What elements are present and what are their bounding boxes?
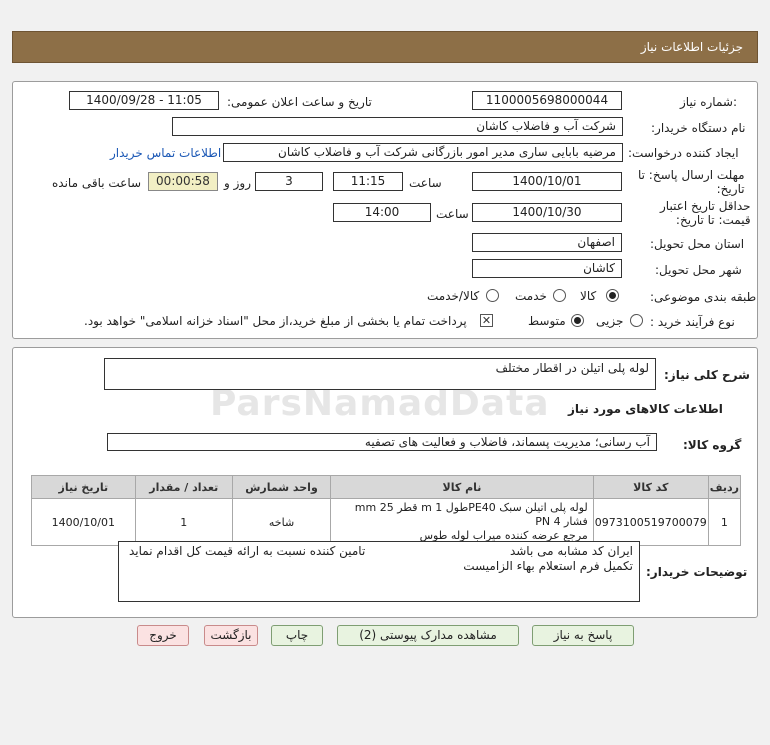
validity-label-line2: قیمت: تا تاریخ: bbox=[675, 213, 751, 227]
col-name: نام کالا bbox=[330, 475, 594, 499]
cell-row: 1 bbox=[707, 498, 742, 546]
general-description-label: شرح کلی نیاز: bbox=[664, 368, 750, 382]
validity-label-line1: حداقل تاریخ اعتبار bbox=[660, 199, 751, 213]
buyer-field: شرکت آب و فاضلاب کاشان bbox=[172, 117, 623, 136]
category-radio-goods[interactable] bbox=[606, 289, 619, 302]
validity-label: حداقل تاریخ اعتبار قیمت: تا تاریخ: bbox=[660, 199, 751, 227]
buyer-contact-link[interactable]: اطلاعات تماس خریدار bbox=[110, 146, 221, 160]
category-radio-service[interactable] bbox=[553, 289, 566, 302]
announce-field: 1400/09/28 - 11:05 bbox=[69, 91, 219, 110]
goods-group-field: آب رسانی؛ مدیریت پسماند، فاضلاب و فعالیت… bbox=[107, 433, 657, 451]
col-row: ردیف bbox=[707, 475, 742, 499]
goods-group-label: گروه کالا: bbox=[683, 438, 742, 452]
cell-unit: شاخه bbox=[231, 498, 332, 546]
need-number-label: شماره نیاز: bbox=[680, 95, 738, 109]
creator-field: مرضیه بابایی ساری مدیر امور بازرگانی شرک… bbox=[223, 143, 623, 162]
remaining-label: ساعت باقی مانده bbox=[52, 176, 142, 190]
process-option-medium: متوسط bbox=[528, 314, 566, 328]
category-option-goods: کالا bbox=[580, 289, 597, 303]
validity-date-field: 1400/10/30 bbox=[472, 203, 622, 222]
goods-section-title: اطلاعات کالاهای مورد نیاز bbox=[568, 402, 723, 416]
col-date: تاریخ نیاز bbox=[31, 475, 136, 499]
reply-button[interactable]: پاسخ به نیاز bbox=[532, 625, 634, 646]
city-label: شهر محل تحویل: bbox=[655, 263, 742, 277]
goods-table: ردیف کد کالا نام کالا واحد شمارش تعداد /… bbox=[31, 475, 742, 546]
city-field: کاشان bbox=[472, 259, 622, 278]
page-title: جزئیات اطلاعات نیاز bbox=[640, 40, 743, 54]
treasury-payment-checkbox[interactable]: ✕ bbox=[480, 314, 493, 327]
buyer-notes-field: ایران کد مشابه می باشد تامین کننده نسبت … bbox=[118, 541, 640, 602]
cell-name-line1: لوله پلی اتیلن سبک PE40طول 1 m قطر 25 mm… bbox=[354, 501, 588, 528]
cell-code: 0973100519700079 bbox=[592, 498, 709, 546]
deadline-date-field: 1400/10/01 bbox=[472, 172, 622, 191]
deadline-label: مهلت ارسال پاسخ: تا تاریخ: bbox=[638, 168, 745, 196]
deadline-label-line2: تاریخ: bbox=[716, 182, 745, 196]
validity-time-label: ساعت bbox=[436, 207, 469, 221]
goods-table-header: ردیف کد کالا نام کالا واحد شمارش تعداد /… bbox=[31, 475, 742, 499]
print-button[interactable]: چاپ bbox=[271, 625, 323, 646]
page-header: جزئیات اطلاعات نیاز bbox=[12, 31, 758, 63]
process-radio-minor[interactable] bbox=[630, 314, 643, 327]
buyer-notes-line1: ایران کد مشابه می باشد تامین کننده نسبت … bbox=[125, 544, 633, 559]
category-option-goods-service: کالا/خدمت bbox=[427, 289, 480, 303]
creator-label: ایجاد کننده درخواست: bbox=[628, 146, 739, 160]
buyer-notes-line1-a: ایران کد مشابه می باشد bbox=[509, 544, 633, 558]
process-option-minor: جزیی bbox=[596, 314, 624, 328]
announce-label: تاریخ و ساعت اعلان عمومی: bbox=[227, 95, 372, 109]
cell-name: لوله پلی اتیلن سبک PE40طول 1 m قطر 25 mm… bbox=[330, 498, 594, 546]
category-option-service: خدمت bbox=[515, 289, 547, 303]
province-field: اصفهان bbox=[472, 233, 622, 252]
col-unit: واحد شمارش bbox=[231, 475, 332, 499]
days-field: 3 bbox=[255, 172, 323, 191]
category-label: طبقه بندی موضوعی: bbox=[650, 290, 757, 304]
process-label: نوع فرآیند خرید : bbox=[650, 315, 735, 329]
buyer-notes-line2: تکمیل فرم استعلام بهاء الزامیست bbox=[463, 559, 633, 573]
col-code: کد کالا bbox=[592, 475, 709, 499]
buyer-notes-line1-b: تامین کننده نسبت به ارائه قیمت کل اقدام … bbox=[129, 544, 366, 558]
remaining-time-field: 00:00:58 bbox=[148, 172, 218, 191]
deadline-label-line1: مهلت ارسال پاسخ: تا bbox=[638, 168, 745, 182]
table-row: 1 0973100519700079 لوله پلی اتیلن سبک PE… bbox=[31, 498, 742, 546]
treasury-payment-note: پرداخت تمام یا بخشی از مبلغ خرید،از محل … bbox=[84, 314, 467, 328]
validity-time-field: 14:00 bbox=[333, 203, 431, 222]
need-number-field: 1100005698000044 bbox=[472, 91, 622, 110]
back-button[interactable]: بازگشت bbox=[204, 625, 258, 646]
process-radio-medium[interactable] bbox=[571, 314, 584, 327]
province-label: استان محل تحویل: bbox=[650, 237, 745, 251]
buyer-label: نام دستگاه خریدار: bbox=[651, 121, 746, 135]
attachments-button[interactable]: مشاهده مدارک پیوستی (2) bbox=[337, 625, 519, 646]
cell-qty: 1 bbox=[134, 498, 233, 546]
buyer-notes-label: توضیحات خریدار: bbox=[646, 565, 748, 579]
cell-date: 1400/10/01 bbox=[31, 498, 136, 546]
general-description-field: لوله پلی اتیلن در اقطار مختلف bbox=[104, 358, 656, 390]
col-qty: تعداد / مقدار bbox=[134, 475, 233, 499]
exit-button[interactable]: خروج bbox=[137, 625, 189, 646]
deadline-time-field: 11:15 bbox=[333, 172, 403, 191]
days-label: روز و bbox=[224, 176, 251, 190]
category-radio-goods-service[interactable] bbox=[486, 289, 499, 302]
deadline-time-label: ساعت bbox=[409, 176, 442, 190]
